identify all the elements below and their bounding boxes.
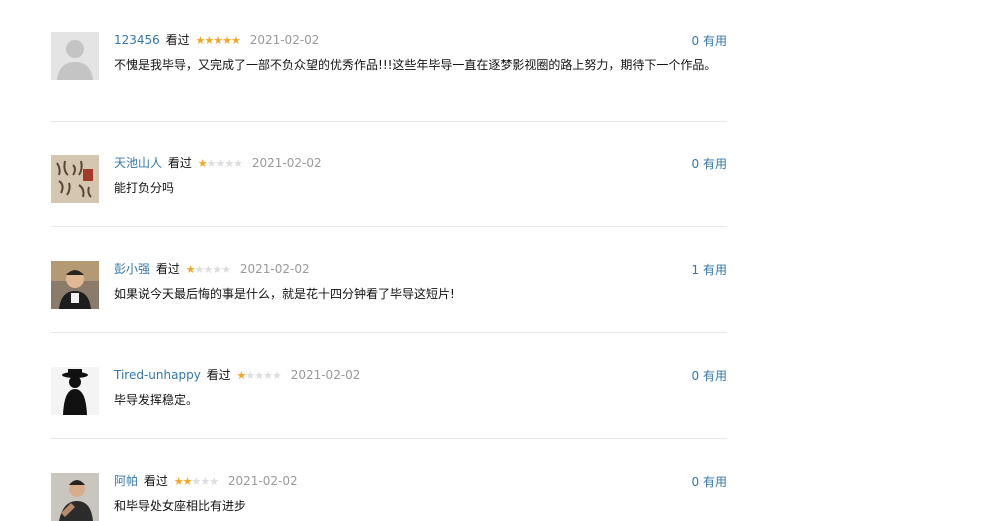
- avatar[interactable]: [51, 32, 99, 80]
- rating-stars: ★★★★★: [236, 369, 281, 382]
- username-link[interactable]: Tired-unhappy: [114, 368, 201, 382]
- useful-vote-button[interactable]: 0 有用: [692, 32, 727, 49]
- username-link[interactable]: 天池山人: [114, 156, 162, 170]
- avatar[interactable]: [51, 155, 99, 203]
- comment-meta: 123456 看过 ★★★★★ 2021-02-02: [114, 32, 727, 48]
- comment-meta: 彭小强 看过 ★★★★★ 2021-02-02: [114, 261, 727, 277]
- username-link[interactable]: 阿帕: [114, 474, 138, 488]
- comment-item: 阿帕 看过 ★★★★★ 2021-02-02 0 有用 和毕导处女座相比有进步: [51, 473, 727, 521]
- watch-status: 看过: [155, 262, 180, 276]
- comment-text: 如果说今天最后悔的事是什么，就是花十四分钟看了毕导这短片!: [114, 287, 455, 301]
- rating-stars: ★★★★★: [195, 34, 240, 47]
- comment-item: 彭小强 看过 ★★★★★ 2021-02-02 1 有用 如果说今天最后悔的事是…: [51, 261, 727, 333]
- comment-list: 123456 看过 ★★★★★ 2021-02-02 0 有用 不愧是我毕导，又…: [0, 0, 993, 521]
- comment-text: 不愧是我毕导，又完成了一部不负众望的优秀作品!!!这些年毕导一直在逐梦影视圈的路…: [114, 58, 717, 72]
- watch-status: 看过: [206, 368, 231, 382]
- username-link[interactable]: 彭小强: [114, 262, 150, 276]
- username-link[interactable]: 123456: [114, 33, 160, 47]
- watch-status: 看过: [165, 33, 190, 47]
- useful-label: 有用: [702, 369, 727, 383]
- photo-avatar: [51, 261, 99, 309]
- comment-meta: 天池山人 看过 ★★★★★ 2021-02-02: [114, 155, 727, 171]
- comment-time: 2021-02-02: [251, 156, 322, 170]
- comment-text: 毕导发挥稳定。: [114, 393, 199, 407]
- useful-vote-button[interactable]: 0 有用: [692, 473, 727, 490]
- comment-meta: Tired-unhappy 看过 ★★★★★ 2021-02-02: [114, 367, 727, 383]
- avatar[interactable]: [51, 261, 99, 309]
- vote-count: 0: [691, 34, 700, 48]
- comment-time: 2021-02-02: [239, 262, 310, 276]
- default-user-icon: [51, 32, 99, 80]
- avatar[interactable]: [51, 367, 99, 415]
- calligraphy-avatar: [51, 155, 99, 203]
- comment-time: 2021-02-02: [249, 33, 320, 47]
- watch-status: 看过: [143, 474, 168, 488]
- avatar[interactable]: [51, 473, 99, 521]
- rating-stars: ★★★★★: [173, 475, 219, 488]
- silhouette-hat-avatar: [51, 367, 99, 415]
- comment-text: 能打负分吗: [114, 181, 175, 195]
- comment-meta: 阿帕 看过 ★★★★★ 2021-02-02: [114, 473, 727, 489]
- rating-stars: ★★★★★: [185, 263, 231, 276]
- comment-time: 2021-02-02: [227, 474, 298, 488]
- comment-item: 123456 看过 ★★★★★ 2021-02-02 0 有用 不愧是我毕导，又…: [51, 32, 727, 122]
- comment-time: 2021-02-02: [290, 368, 361, 382]
- rating-stars: ★★★★★: [197, 157, 243, 170]
- vote-count: 0: [691, 475, 700, 489]
- useful-vote-button[interactable]: 0 有用: [692, 367, 727, 384]
- useful-vote-button[interactable]: 0 有用: [692, 155, 727, 172]
- useful-label: 有用: [702, 157, 727, 171]
- comment-item: Tired-unhappy 看过 ★★★★★ 2021-02-02 0 有用 毕…: [51, 367, 727, 439]
- useful-label: 有用: [702, 263, 727, 277]
- comment-text: 和毕导处女座相比有进步: [114, 499, 247, 513]
- vote-count: 0: [691, 157, 700, 171]
- useful-label: 有用: [702, 34, 727, 48]
- useful-vote-button[interactable]: 1 有用: [692, 261, 727, 278]
- comment-item: 天池山人 看过 ★★★★★ 2021-02-02 0 有用 能打负分吗: [51, 155, 727, 227]
- photo-avatar: [51, 473, 99, 521]
- vote-count: 0: [691, 369, 700, 383]
- watch-status: 看过: [167, 156, 192, 170]
- vote-count: 1: [691, 263, 700, 277]
- useful-label: 有用: [702, 475, 727, 489]
